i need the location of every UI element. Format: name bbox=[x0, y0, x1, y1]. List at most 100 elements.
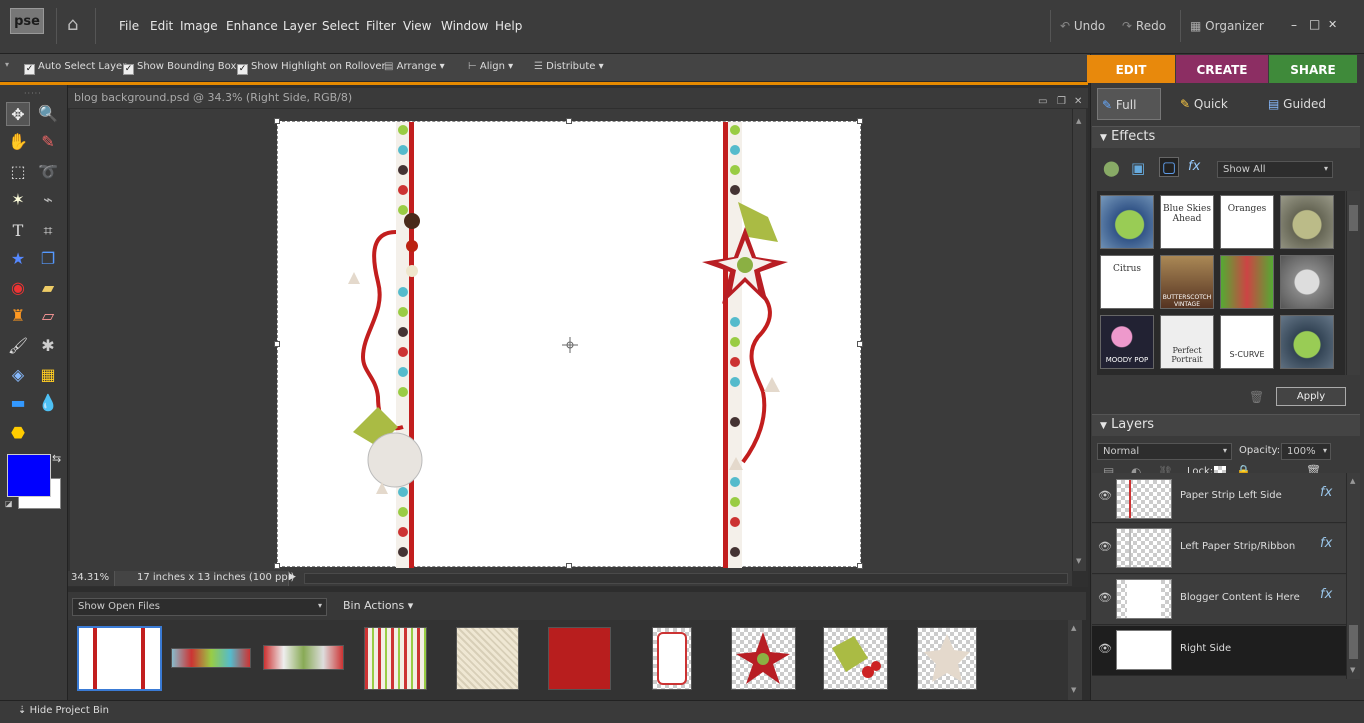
red-eye-tool-icon[interactable]: ◉ bbox=[6, 276, 30, 300]
visibility-eye-icon[interactable]: 👁 bbox=[1098, 489, 1112, 502]
canvas-horizontal-scrollbar[interactable] bbox=[304, 573, 1068, 584]
menu-file[interactable]: File bbox=[119, 19, 139, 33]
scroll-up-icon[interactable]: ▲ bbox=[1071, 624, 1076, 632]
mode-guided-button[interactable]: ▤ Guided bbox=[1268, 88, 1348, 120]
mode-quick-button[interactable]: ✎ Quick bbox=[1180, 88, 1250, 120]
visibility-eye-icon[interactable]: 👁 bbox=[1098, 642, 1112, 655]
bounding-handle-t[interactable] bbox=[566, 118, 572, 124]
effect-thumb-2[interactable]: Blue Skies Ahead bbox=[1160, 195, 1214, 249]
scroll-up-icon[interactable]: ▲ bbox=[1076, 117, 1081, 125]
bounding-handle-tr[interactable] bbox=[857, 118, 863, 124]
sponge-tool-icon[interactable]: ⬣ bbox=[6, 421, 30, 445]
bin-thumb-photo-strip[interactable] bbox=[263, 645, 344, 670]
effect-thumb-8[interactable] bbox=[1280, 255, 1334, 309]
bounding-handle-br[interactable] bbox=[857, 563, 863, 569]
filters-icon[interactable]: ⬤ bbox=[1103, 159, 1120, 177]
effect-thumb-11[interactable]: S-CURVE bbox=[1220, 315, 1274, 369]
layers-scrollbar[interactable]: ▲ ▼ bbox=[1346, 473, 1360, 679]
all-effects-icon[interactable]: fx bbox=[1188, 159, 1200, 174]
blur-tool-icon[interactable]: 💧 bbox=[36, 391, 60, 415]
tab-create[interactable]: CREATE bbox=[1176, 55, 1268, 83]
bin-thumb-holly[interactable] bbox=[823, 627, 888, 690]
bounding-handle-b[interactable] bbox=[566, 563, 572, 569]
bounding-handle-l[interactable] bbox=[274, 341, 280, 347]
show-open-files-dropdown[interactable]: Show Open Files ▾ bbox=[72, 598, 327, 616]
zoom-level[interactable]: 34.31% bbox=[71, 572, 109, 583]
tab-edit[interactable]: EDIT bbox=[1087, 55, 1175, 83]
effect-thumb-10[interactable]: Perfect Portrait bbox=[1160, 315, 1214, 369]
canvas-vertical-scrollbar[interactable]: ▲ ▼ bbox=[1072, 109, 1086, 571]
tab-share[interactable]: SHARE bbox=[1269, 55, 1357, 83]
doc-close-icon[interactable]: ✕ bbox=[1074, 96, 1082, 107]
home-button[interactable]: ⌂ bbox=[56, 8, 96, 44]
close-button[interactable]: ✕ bbox=[1328, 18, 1337, 31]
auto-select-checkbox[interactable]: ✓ Auto Select Layer bbox=[24, 61, 126, 75]
opacity-input[interactable]: 100% ▾ bbox=[1281, 443, 1331, 460]
hide-project-bin-button[interactable]: ⇣ Hide Project Bin bbox=[18, 705, 109, 716]
effects-filter-dropdown[interactable]: Show All ▾ bbox=[1217, 161, 1333, 178]
toolbox-grip[interactable]: ····· bbox=[24, 89, 42, 98]
trash-icon[interactable]: 🗑 bbox=[1249, 390, 1264, 404]
scroll-down-icon[interactable]: ▼ bbox=[1076, 557, 1081, 565]
zoom-tool-icon[interactable]: 🔍 bbox=[36, 102, 60, 126]
bin-actions-menu[interactable]: Bin Actions ▾ bbox=[343, 599, 413, 612]
align-dropdown[interactable]: ⊢ Align ▾ bbox=[468, 61, 513, 72]
crop-tool-icon[interactable]: ⌗ bbox=[36, 219, 60, 243]
effect-thumb-6[interactable]: BUTTERSCOTCH VINTAGE bbox=[1160, 255, 1214, 309]
document-canvas[interactable] bbox=[274, 118, 863, 569]
scroll-thumb[interactable] bbox=[1349, 205, 1358, 231]
foreground-color-swatch[interactable] bbox=[7, 454, 51, 497]
magic-wand-tool-icon[interactable]: ✶ bbox=[6, 188, 30, 212]
status-menu-arrow-icon[interactable]: ▶ bbox=[289, 572, 296, 582]
layer-style-fx-icon[interactable]: fx bbox=[1320, 587, 1332, 602]
menu-select[interactable]: Select bbox=[322, 19, 359, 33]
marquee-tool-icon[interactable]: ⬚ bbox=[6, 160, 30, 184]
layer-row-selected[interactable]: 👁 Right Side bbox=[1092, 626, 1346, 676]
bin-thumb-striped-paper[interactable] bbox=[364, 627, 427, 690]
menu-filter[interactable]: Filter bbox=[366, 19, 396, 33]
cookie-cutter-tool-icon[interactable]: ★ bbox=[6, 247, 30, 271]
scroll-down-icon[interactable]: ▼ bbox=[1071, 686, 1076, 694]
undo-button[interactable]: ↶ Undo bbox=[1060, 19, 1105, 33]
effect-thumb-1[interactable] bbox=[1100, 195, 1154, 249]
effect-thumb-3[interactable]: Oranges bbox=[1220, 195, 1274, 249]
visibility-eye-icon[interactable]: 👁 bbox=[1098, 540, 1112, 553]
maximize-button[interactable]: □ bbox=[1309, 17, 1320, 31]
menu-edit[interactable]: Edit bbox=[150, 19, 173, 33]
menu-layer[interactable]: Layer bbox=[283, 19, 316, 33]
bin-thumb-snowflake[interactable] bbox=[917, 627, 977, 690]
default-colors-icon[interactable]: ◪ bbox=[5, 499, 13, 508]
quick-selection-tool-icon[interactable]: ⌁ bbox=[36, 188, 60, 212]
effect-thumb-12[interactable] bbox=[1280, 315, 1334, 369]
menu-enhance[interactable]: Enhance bbox=[226, 19, 278, 33]
apply-effect-button[interactable]: Apply bbox=[1276, 387, 1346, 406]
menu-window[interactable]: Window bbox=[441, 19, 488, 33]
bin-thumb-frame-element[interactable] bbox=[652, 627, 692, 690]
photo-effects-icon[interactable]: ▢ bbox=[1159, 157, 1179, 177]
effects-panel-header[interactable]: ▼ Effects bbox=[1092, 126, 1360, 148]
swap-colors-icon[interactable]: ⇆ bbox=[52, 452, 61, 465]
minimize-button[interactable]: – bbox=[1291, 18, 1297, 32]
visibility-eye-icon[interactable]: 👁 bbox=[1098, 591, 1112, 604]
bin-thumb-blog-background[interactable] bbox=[77, 626, 162, 691]
bounding-handle-r[interactable] bbox=[857, 341, 863, 347]
layer-row[interactable]: 👁 Left Paper Strip/Ribbon fx bbox=[1092, 524, 1346, 574]
doc-minimize-icon[interactable]: ▭ bbox=[1038, 96, 1047, 107]
gradient-tool-icon[interactable]: ▦ bbox=[36, 363, 60, 387]
layers-panel-header[interactable]: ▼ Layers bbox=[1092, 414, 1360, 436]
menu-view[interactable]: View bbox=[403, 19, 431, 33]
scroll-up-icon[interactable]: ▲ bbox=[1350, 477, 1355, 485]
menu-help[interactable]: Help bbox=[495, 19, 522, 33]
layer-row[interactable]: 👁 Blogger Content is Here fx bbox=[1092, 575, 1346, 625]
bounding-handle-tl[interactable] bbox=[274, 118, 280, 124]
effect-thumb-5[interactable]: Citrus bbox=[1100, 255, 1154, 309]
type-tool-icon[interactable]: T bbox=[6, 219, 30, 243]
menu-image[interactable]: Image bbox=[180, 19, 218, 33]
layer-styles-icon[interactable]: ▣ bbox=[1131, 159, 1145, 177]
doc-restore-icon[interactable]: ❐ bbox=[1057, 96, 1066, 107]
effect-thumb-7[interactable] bbox=[1220, 255, 1274, 309]
lasso-tool-icon[interactable]: ➰ bbox=[36, 160, 60, 184]
bounding-box-checkbox[interactable]: ✓ Show Bounding Box bbox=[123, 61, 236, 75]
bin-scrollbar[interactable]: ▲ ▼ bbox=[1068, 620, 1082, 700]
smart-brush-tool-icon[interactable]: ✱ bbox=[36, 334, 60, 358]
